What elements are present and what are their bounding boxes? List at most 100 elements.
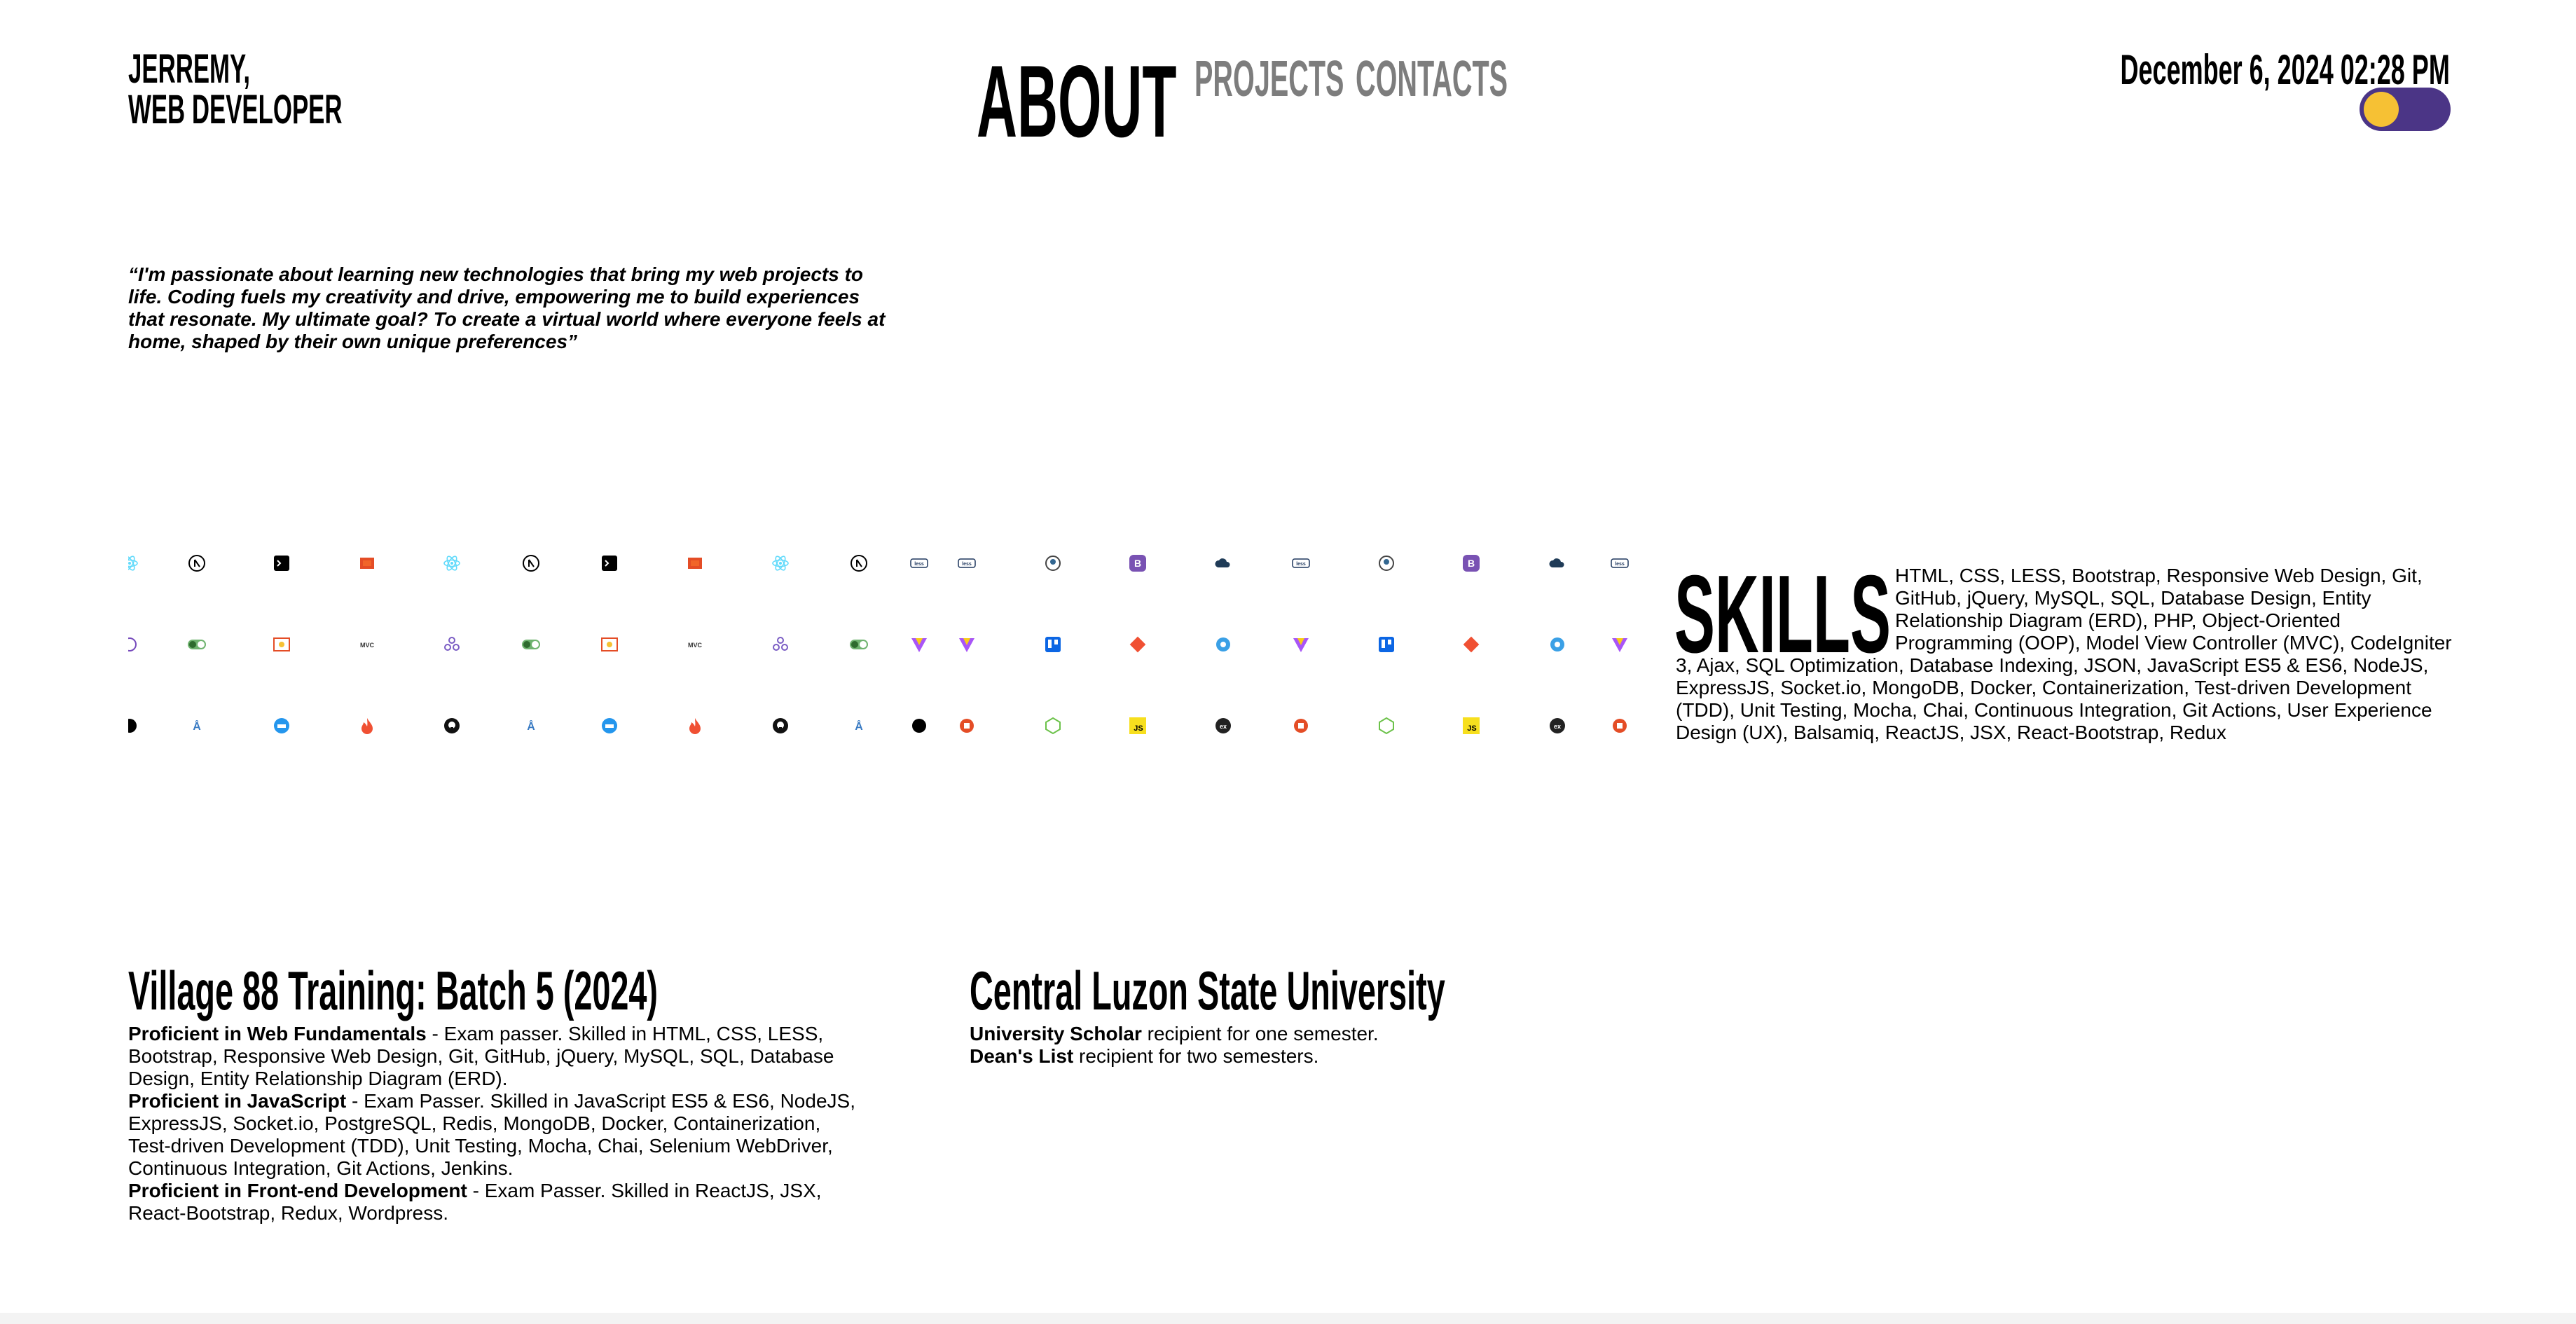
firebase-icon	[685, 716, 705, 736]
selenium-icon: Å	[187, 716, 207, 736]
dark-circle-icon	[909, 716, 929, 736]
education-item-title: Proficient in Front-end Development	[128, 1180, 467, 1201]
socketio-icon	[1548, 635, 1567, 654]
react-icon	[128, 553, 139, 573]
cloud-icon	[1548, 553, 1567, 573]
brand-role: WEB DEVELOPER	[128, 87, 343, 132]
erd-icon	[600, 635, 619, 654]
less-icon: less	[1291, 553, 1311, 573]
html5-badge-icon	[1610, 716, 1630, 736]
vite-icon	[909, 635, 929, 654]
selenium-icon: Å	[849, 716, 869, 736]
docker-icon	[600, 716, 619, 736]
education-item-title: Dean's List	[970, 1045, 1074, 1067]
mvc-icon: MVC	[685, 635, 705, 654]
theme-toggle-knob	[2364, 92, 2399, 127]
education-title: Central Luzon State University	[970, 960, 1445, 1021]
git-icon	[1128, 635, 1148, 654]
education-item-title: Proficient in JavaScript	[128, 1090, 347, 1112]
trello-icon	[1377, 635, 1396, 654]
git-icon	[1461, 635, 1481, 654]
react-icon	[771, 553, 790, 573]
postgresql-icon	[1043, 553, 1063, 573]
education-item: Proficient in JavaScript - Exam Passer. …	[128, 1090, 864, 1180]
svg-text:ex: ex	[1220, 723, 1227, 730]
education-item-title: Proficient in Web Fundamentals	[128, 1023, 427, 1044]
nodejs-icon	[1377, 716, 1396, 736]
html5-badge-icon	[1291, 716, 1311, 736]
docker-icon	[272, 716, 291, 736]
express-icon: ex	[1213, 716, 1233, 736]
github-icon	[771, 716, 790, 736]
nextjs-icon	[849, 553, 869, 573]
html5-icon	[685, 553, 705, 573]
svg-text:Å: Å	[193, 719, 201, 733]
tech-icon-carousel: less less Bless Bless MVC MVC Å Å Å JS ex JS ex	[128, 553, 1634, 764]
education-item: Dean's List recipient for two semesters.	[970, 1045, 1670, 1068]
vite-icon	[957, 635, 977, 654]
firebase-icon	[357, 716, 377, 736]
html5-icon	[357, 553, 377, 573]
svg-text:JS: JS	[1467, 724, 1476, 733]
svg-text:MVC: MVC	[360, 642, 375, 649]
skills-list: HTML, CSS, LESS, Bootstrap, Responsive W…	[1676, 565, 2457, 744]
education-item-text: recipient for two semesters.	[1073, 1045, 1319, 1067]
education-item-text: recipient for one semester.	[1141, 1023, 1379, 1044]
selenium-icon: Å	[521, 716, 541, 736]
education-details: Proficient in Web Fundamentals - Exam pa…	[128, 1023, 864, 1225]
github-icon	[442, 716, 462, 736]
erd-icon	[272, 635, 291, 654]
nodejs-icon	[1043, 716, 1063, 736]
redux-icon	[128, 635, 139, 654]
svg-text:JS: JS	[1134, 724, 1143, 733]
about-quote: “I'm passionate about learning new techn…	[128, 263, 886, 352]
react-icon	[442, 553, 462, 573]
git-actions-icon	[442, 635, 462, 654]
svg-text:MVC: MVC	[688, 642, 703, 649]
socketio-icon	[1213, 635, 1233, 654]
nextjs-icon	[521, 553, 541, 573]
brand-name: JERREMY,	[128, 46, 251, 92]
nav-about[interactable]: ABOUT	[977, 50, 1176, 153]
nav-contacts[interactable]: CONTACTS	[1356, 54, 1508, 104]
git-actions-icon	[771, 635, 790, 654]
vite-icon	[1610, 635, 1630, 654]
less-icon: less	[957, 553, 977, 573]
page-bottom-edge	[0, 1313, 2576, 1324]
trello-icon	[1043, 635, 1063, 654]
education-title: Village 88 Training: Batch 5 (2024)	[128, 960, 659, 1021]
toggle-on-icon	[521, 635, 541, 654]
toggle-on-icon	[187, 635, 207, 654]
current-datetime: December 6, 2024 02:28 PM	[2120, 46, 2450, 93]
less-icon: less	[909, 553, 929, 573]
bootstrap-icon: B	[1128, 553, 1148, 573]
svg-text:less: less	[1615, 562, 1625, 567]
svg-text:less: less	[914, 562, 924, 567]
html5-badge-icon	[957, 716, 977, 736]
terminal-icon	[272, 553, 291, 573]
svg-text:Å: Å	[527, 719, 535, 733]
javascript-icon: JS	[1461, 716, 1481, 736]
svg-text:Å: Å	[855, 719, 863, 733]
education-item: Proficient in Front-end Development - Ex…	[128, 1180, 864, 1225]
svg-text:B: B	[1468, 558, 1475, 569]
express-icon: ex	[1548, 716, 1567, 736]
svg-text:less: less	[1296, 562, 1306, 567]
nav-projects[interactable]: PROJECTS	[1194, 54, 1344, 104]
svg-text:less: less	[962, 562, 972, 567]
svg-text:ex: ex	[1554, 723, 1561, 730]
postgresql-icon	[1377, 553, 1396, 573]
terminal-icon	[600, 553, 619, 573]
education-item: Proficient in Web Fundamentals - Exam pa…	[128, 1023, 864, 1090]
dark-circle-icon	[128, 716, 139, 736]
cloud-icon	[1213, 553, 1233, 573]
nextjs-icon	[187, 553, 207, 573]
bootstrap-icon: B	[1461, 553, 1481, 573]
svg-text:B: B	[1134, 558, 1141, 569]
theme-toggle[interactable]	[2360, 88, 2451, 131]
education-item: University Scholar recipient for one sem…	[970, 1023, 1670, 1045]
toggle-on-icon	[849, 635, 869, 654]
brand-title: JERREMY, WEB DEVELOPER	[128, 49, 343, 130]
education-details: University Scholar recipient for one sem…	[970, 1023, 1670, 1068]
vite-icon	[1291, 635, 1311, 654]
